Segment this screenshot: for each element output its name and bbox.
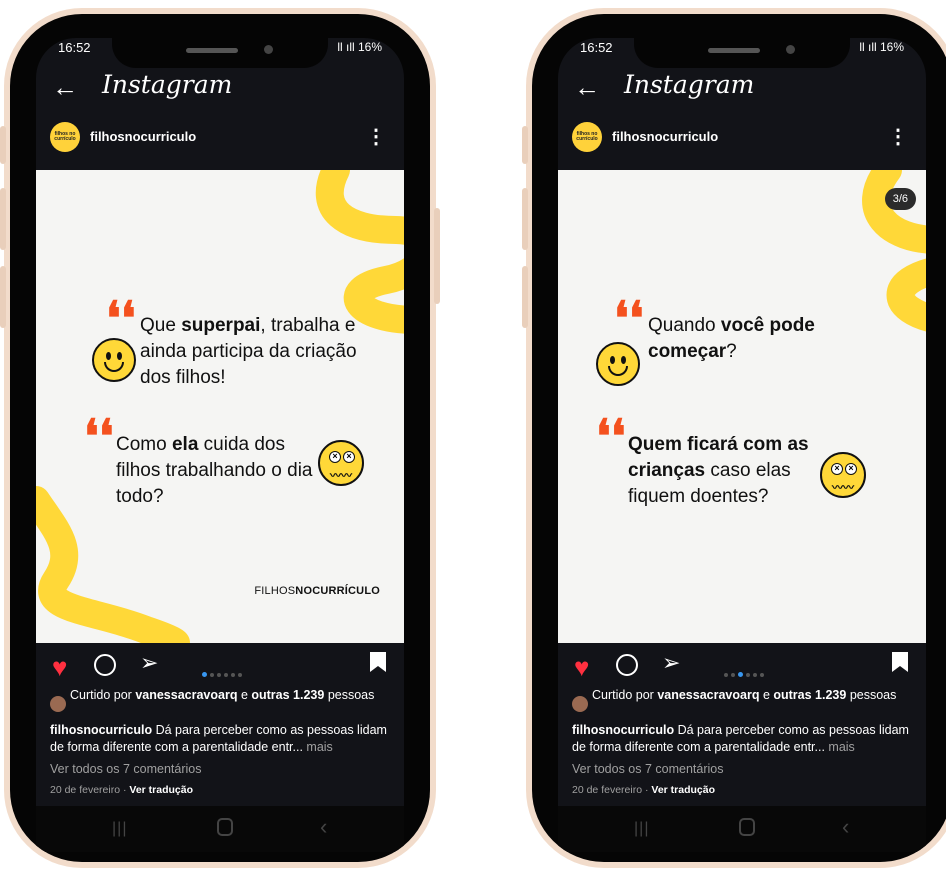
volume-button: [522, 188, 528, 250]
power-button: [434, 208, 440, 304]
post-actions: ♥ ➢: [36, 650, 404, 684]
android-nav-bar: ||| ‹: [558, 806, 926, 852]
heart-icon[interactable]: ♥: [574, 652, 589, 683]
nav-back-icon[interactable]: ‹: [320, 814, 327, 840]
quote-mark-icon: ❛❛: [106, 291, 136, 345]
quote-mark-icon: ❛❛: [84, 409, 114, 463]
post-date: 20 de fevereiro · Ver tradução: [50, 784, 194, 796]
instagram-logo: Instagram: [102, 70, 233, 99]
bookmark-icon[interactable]: [892, 652, 908, 672]
screen: 16:52 ll ıll 16% ← Instagram filhos no c…: [558, 38, 926, 852]
dizzy-face-icon: × × 〰〰: [820, 452, 866, 498]
status-signal-battery: ll ıll 16%: [859, 40, 904, 54]
dizzy-face-icon: × × 〰〰: [318, 440, 364, 486]
speaker: [708, 48, 760, 53]
volume-button: [0, 188, 6, 250]
app-header: ← Instagram: [36, 68, 404, 108]
quote-2: Quem ficará com as crianças caso elas fi…: [628, 434, 809, 507]
likes-summary[interactable]: Curtido por vanessacravoarq e outras 1.2…: [572, 688, 912, 712]
recent-apps-icon[interactable]: |||: [634, 820, 649, 838]
status-time: 16:52: [58, 40, 91, 55]
back-arrow-icon[interactable]: ←: [52, 72, 78, 103]
phone-2: 16:52 ll ıll 16% ← Instagram filhos no c…: [522, 8, 946, 868]
share-icon[interactable]: ➢: [140, 650, 158, 676]
translate-link[interactable]: Ver tradução: [129, 784, 193, 796]
share-icon[interactable]: ➢: [662, 650, 680, 676]
heart-icon[interactable]: ♥: [52, 652, 67, 683]
post-image[interactable]: ❛❛ Que superpai, trabalha e ainda partic…: [36, 170, 404, 643]
camera: [786, 45, 795, 54]
status-signal-battery: ll ıll 16%: [337, 40, 382, 54]
post-header: filhos no currículo filhosnocurriculo ⋮: [36, 122, 404, 162]
carousel-dots: [724, 664, 767, 682]
instagram-logo: Instagram: [624, 70, 755, 99]
app-header: ← Instagram: [558, 68, 926, 108]
liker-avatar: [572, 696, 588, 712]
speaker: [186, 48, 238, 53]
quote-mark-icon: ❛❛: [614, 291, 644, 345]
likes-summary[interactable]: Curtido por vanessacravoarq e outras 1.2…: [50, 688, 390, 712]
smiley-face-icon: [92, 338, 136, 382]
home-icon[interactable]: [217, 818, 233, 836]
post-caption[interactable]: filhosnocurriculo Dá para perceber como …: [50, 722, 394, 756]
phone-bezel: 16:52 ll ıll 16% ← Instagram filhos no c…: [10, 14, 430, 862]
bookmark-icon[interactable]: [370, 652, 386, 672]
view-comments-link[interactable]: Ver todos os 7 comentários: [572, 762, 723, 776]
volume-button: [522, 266, 528, 328]
username[interactable]: filhosnocurriculo: [90, 129, 196, 144]
home-icon[interactable]: [739, 818, 755, 836]
brand-watermark: FILHOSNOCURRÍCULO: [254, 585, 380, 597]
status-time: 16:52: [580, 40, 613, 55]
quote-1: Quando você pode começar?: [648, 315, 815, 362]
volume-button: [0, 266, 6, 328]
more-options-icon[interactable]: ⋮: [888, 124, 908, 149]
notch: [112, 38, 328, 68]
quote-2: Como ela cuida dos filhos trabalhando o …: [116, 434, 313, 507]
more-options-icon[interactable]: ⋮: [366, 124, 386, 149]
yellow-squiggle-decoration: [36, 170, 404, 643]
android-nav-bar: ||| ‹: [36, 806, 404, 852]
notch: [634, 38, 850, 68]
post-actions: ♥ ➢: [558, 650, 926, 684]
camera: [264, 45, 273, 54]
avatar[interactable]: filhos no currículo: [50, 122, 80, 152]
more-link[interactable]: mais: [825, 740, 854, 754]
smiley-face-icon: [596, 342, 640, 386]
nav-back-icon[interactable]: ‹: [842, 814, 849, 840]
avatar[interactable]: filhos no currículo: [572, 122, 602, 152]
yellow-squiggle-decoration: [862, 170, 926, 332]
post-header: filhos no currículo filhosnocurriculo ⋮: [558, 122, 926, 162]
phone-bezel: 16:52 ll ıll 16% ← Instagram filhos no c…: [532, 14, 946, 862]
liker-avatar: [50, 696, 66, 712]
post-caption[interactable]: filhosnocurriculo Dá para perceber como …: [572, 722, 916, 756]
phone-1: 16:52 ll ıll 16% ← Instagram filhos no c…: [0, 8, 440, 868]
carousel-dots: [202, 664, 245, 682]
post-date: 20 de fevereiro · Ver tradução: [572, 784, 716, 796]
more-link[interactable]: mais: [303, 740, 332, 754]
view-comments-link[interactable]: Ver todos os 7 comentários: [50, 762, 201, 776]
comment-icon[interactable]: [616, 654, 638, 676]
username[interactable]: filhosnocurriculo: [612, 129, 718, 144]
screen: 16:52 ll ıll 16% ← Instagram filhos no c…: [36, 38, 404, 852]
quote-1: Que superpai, trabalha e ainda participa…: [140, 315, 357, 388]
quote-mark-icon: ❛❛: [596, 409, 626, 463]
recent-apps-icon[interactable]: |||: [112, 820, 127, 838]
back-arrow-icon[interactable]: ←: [574, 72, 600, 103]
volume-button: [0, 126, 6, 164]
volume-button: [522, 126, 528, 164]
translate-link[interactable]: Ver tradução: [651, 784, 715, 796]
comment-icon[interactable]: [94, 654, 116, 676]
post-image[interactable]: 3/6 ❛❛ Quando você pode começar? ❛❛ Quem…: [558, 170, 926, 643]
carousel-counter: 3/6: [884, 188, 916, 210]
